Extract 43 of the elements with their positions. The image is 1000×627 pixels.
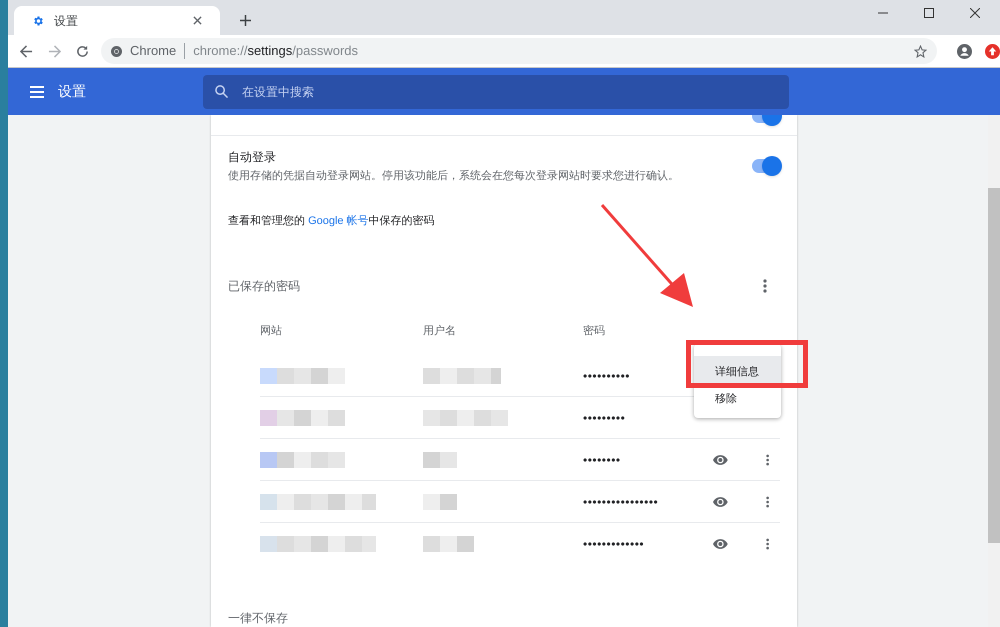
maximize-icon[interactable] <box>924 8 934 18</box>
page-title: 设置 <box>58 82 87 101</box>
close-icon[interactable] <box>193 16 202 25</box>
eye-icon[interactable] <box>713 538 728 550</box>
column-header: 用户名 <box>423 324 457 339</box>
address-bar[interactable]: Chrome chrome://settings/passwords <box>101 38 937 64</box>
setting-description: 使用存储的凭据自动登录网站。停用该功能后，系统会在您每次登录网站时要求您进行确认。 <box>228 168 680 184</box>
blurred-text <box>423 536 475 552</box>
setting-label: 自动登录 <box>228 149 277 166</box>
password-mask: ••••••••••••• <box>583 536 644 553</box>
chrome-logo-icon <box>111 46 122 56</box>
new-tab-icon[interactable] <box>240 15 251 26</box>
browser-tab[interactable]: 设置 <box>14 6 220 35</box>
column-header: 网站 <box>260 324 283 339</box>
update-icon[interactable] <box>985 44 1000 58</box>
reload-icon[interactable] <box>76 44 89 58</box>
close-icon[interactable] <box>970 8 980 18</box>
tab-title: 设置 <box>54 12 79 30</box>
section-title: 一律不保存 <box>228 610 288 627</box>
password-mask: •••••••••••••••• <box>583 494 658 510</box>
more-icon[interactable] <box>763 279 767 293</box>
section-title: 已保存的密码 <box>228 278 300 295</box>
menu-icon[interactable] <box>30 86 44 98</box>
eye-icon[interactable] <box>713 496 728 508</box>
url-text: chrome://settings/passwords <box>193 42 358 60</box>
profile-icon[interactable] <box>957 44 972 58</box>
menu-item[interactable]: 移除 <box>694 388 781 410</box>
search-icon <box>215 85 228 98</box>
google-account-link[interactable]: Google 帐号 <box>308 214 369 226</box>
more-icon[interactable] <box>766 452 769 466</box>
password-mask: ••••••••• <box>583 410 626 426</box>
star-icon[interactable] <box>914 44 927 58</box>
toggle-switch[interactable] <box>752 159 780 174</box>
site-origin: Chrome <box>130 42 176 60</box>
more-icon[interactable] <box>766 494 769 508</box>
gear-icon <box>32 14 44 26</box>
eye-icon[interactable] <box>713 454 728 466</box>
column-header: 密码 <box>583 324 606 339</box>
back-icon[interactable] <box>20 44 33 58</box>
password-mask: •••••••• <box>583 452 621 468</box>
more-icon[interactable] <box>766 537 769 551</box>
account-info-text: 查看和管理您的 Google 帐号中保存的密码 <box>228 214 435 228</box>
password-mask: •••••••••• <box>583 368 630 384</box>
